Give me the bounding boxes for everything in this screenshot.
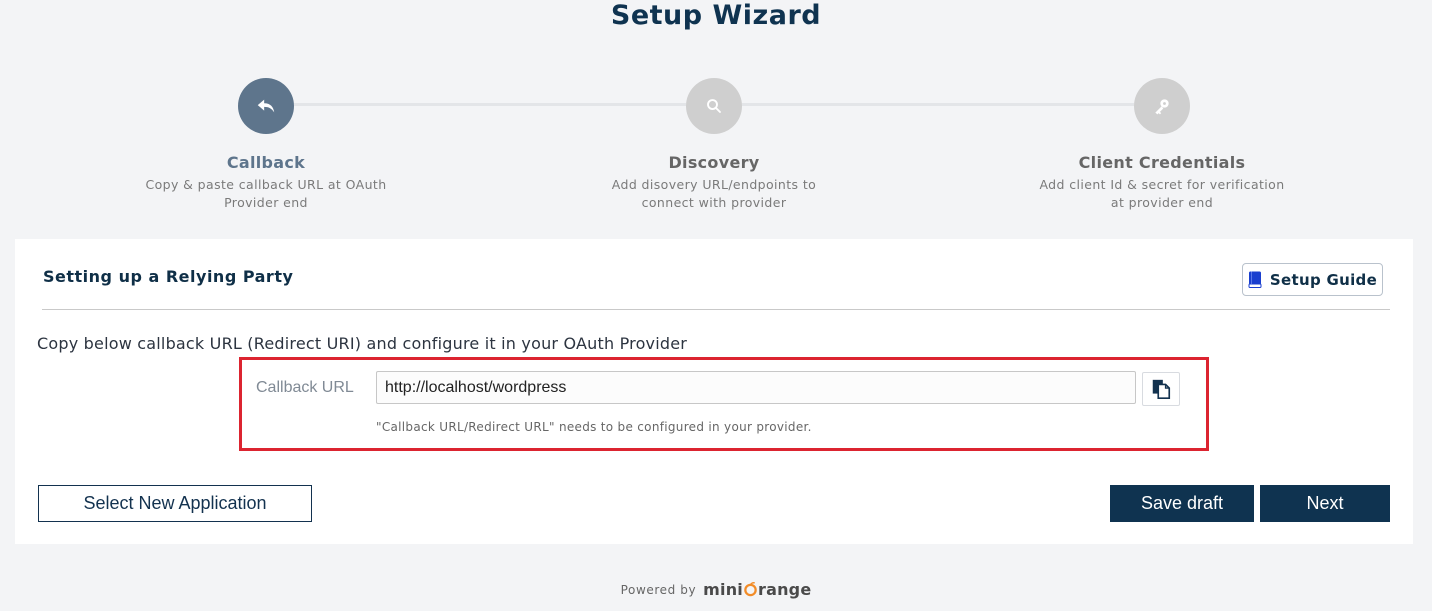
setup-guide-label: Setup Guide xyxy=(1269,270,1378,289)
setup-guide-button[interactable]: Setup Guide xyxy=(1242,263,1383,296)
copy-callback-button[interactable] xyxy=(1142,372,1180,406)
card-divider xyxy=(42,309,1390,310)
brand-right-text: range xyxy=(758,580,812,599)
callback-url-highlight: Callback URL "Callback URL/Redirect URL"… xyxy=(239,357,1209,451)
callback-url-help: "Callback URL/Redirect URL" needs to be … xyxy=(376,420,812,434)
select-new-application-button[interactable]: Select New Application xyxy=(38,485,312,522)
step-client-credentials-description: Add client Id & secret for verification … xyxy=(1039,177,1285,210)
next-button[interactable]: Next xyxy=(1260,485,1390,522)
powered-by-text: Powered by xyxy=(620,582,697,597)
miniorange-logo: mini range xyxy=(703,580,811,599)
page-title: Setup Wizard xyxy=(610,0,822,31)
step-discovery-description: Add disovery URL/endpoints to connect wi… xyxy=(611,177,817,210)
wizard-stepper: Callback Copy & paste callback URL at OA… xyxy=(0,78,1432,218)
callback-url-label: Callback URL xyxy=(256,379,354,396)
callback-instruction: Copy below callback URL (Redirect URI) a… xyxy=(37,334,688,353)
reply-icon xyxy=(257,99,275,113)
step-callback-description: Copy & paste callback URL at OAuth Provi… xyxy=(145,177,387,210)
step-discovery[interactable]: Discovery Add disovery URL/endpoints to … xyxy=(584,78,844,212)
step-discovery-title: Discovery xyxy=(668,153,760,172)
step-discovery-circle[interactable] xyxy=(686,78,742,134)
card-heading: Setting up a Relying Party xyxy=(43,267,294,286)
step-client-credentials-title: Client Credentials xyxy=(1078,153,1246,172)
step-callback[interactable]: Callback Copy & paste callback URL at OA… xyxy=(136,78,396,212)
key-icon xyxy=(1155,99,1169,115)
step-client-credentials[interactable]: Client Credentials Add client Id & secre… xyxy=(1032,78,1292,212)
step-client-credentials-circle[interactable] xyxy=(1134,78,1190,134)
footer: Powered by mini range xyxy=(0,580,1432,599)
step-callback-circle[interactable] xyxy=(238,78,294,134)
copy-icon xyxy=(1152,379,1171,399)
step-callback-title: Callback xyxy=(226,153,306,172)
save-draft-button[interactable]: Save draft xyxy=(1110,485,1254,522)
book-icon xyxy=(1248,271,1262,288)
relying-party-card: Setting up a Relying Party Setup Guide C… xyxy=(15,239,1413,544)
callback-url-input[interactable] xyxy=(376,371,1136,404)
brand-left-text: mini xyxy=(703,580,743,599)
search-icon xyxy=(707,99,721,113)
orange-logo-icon xyxy=(744,582,757,597)
